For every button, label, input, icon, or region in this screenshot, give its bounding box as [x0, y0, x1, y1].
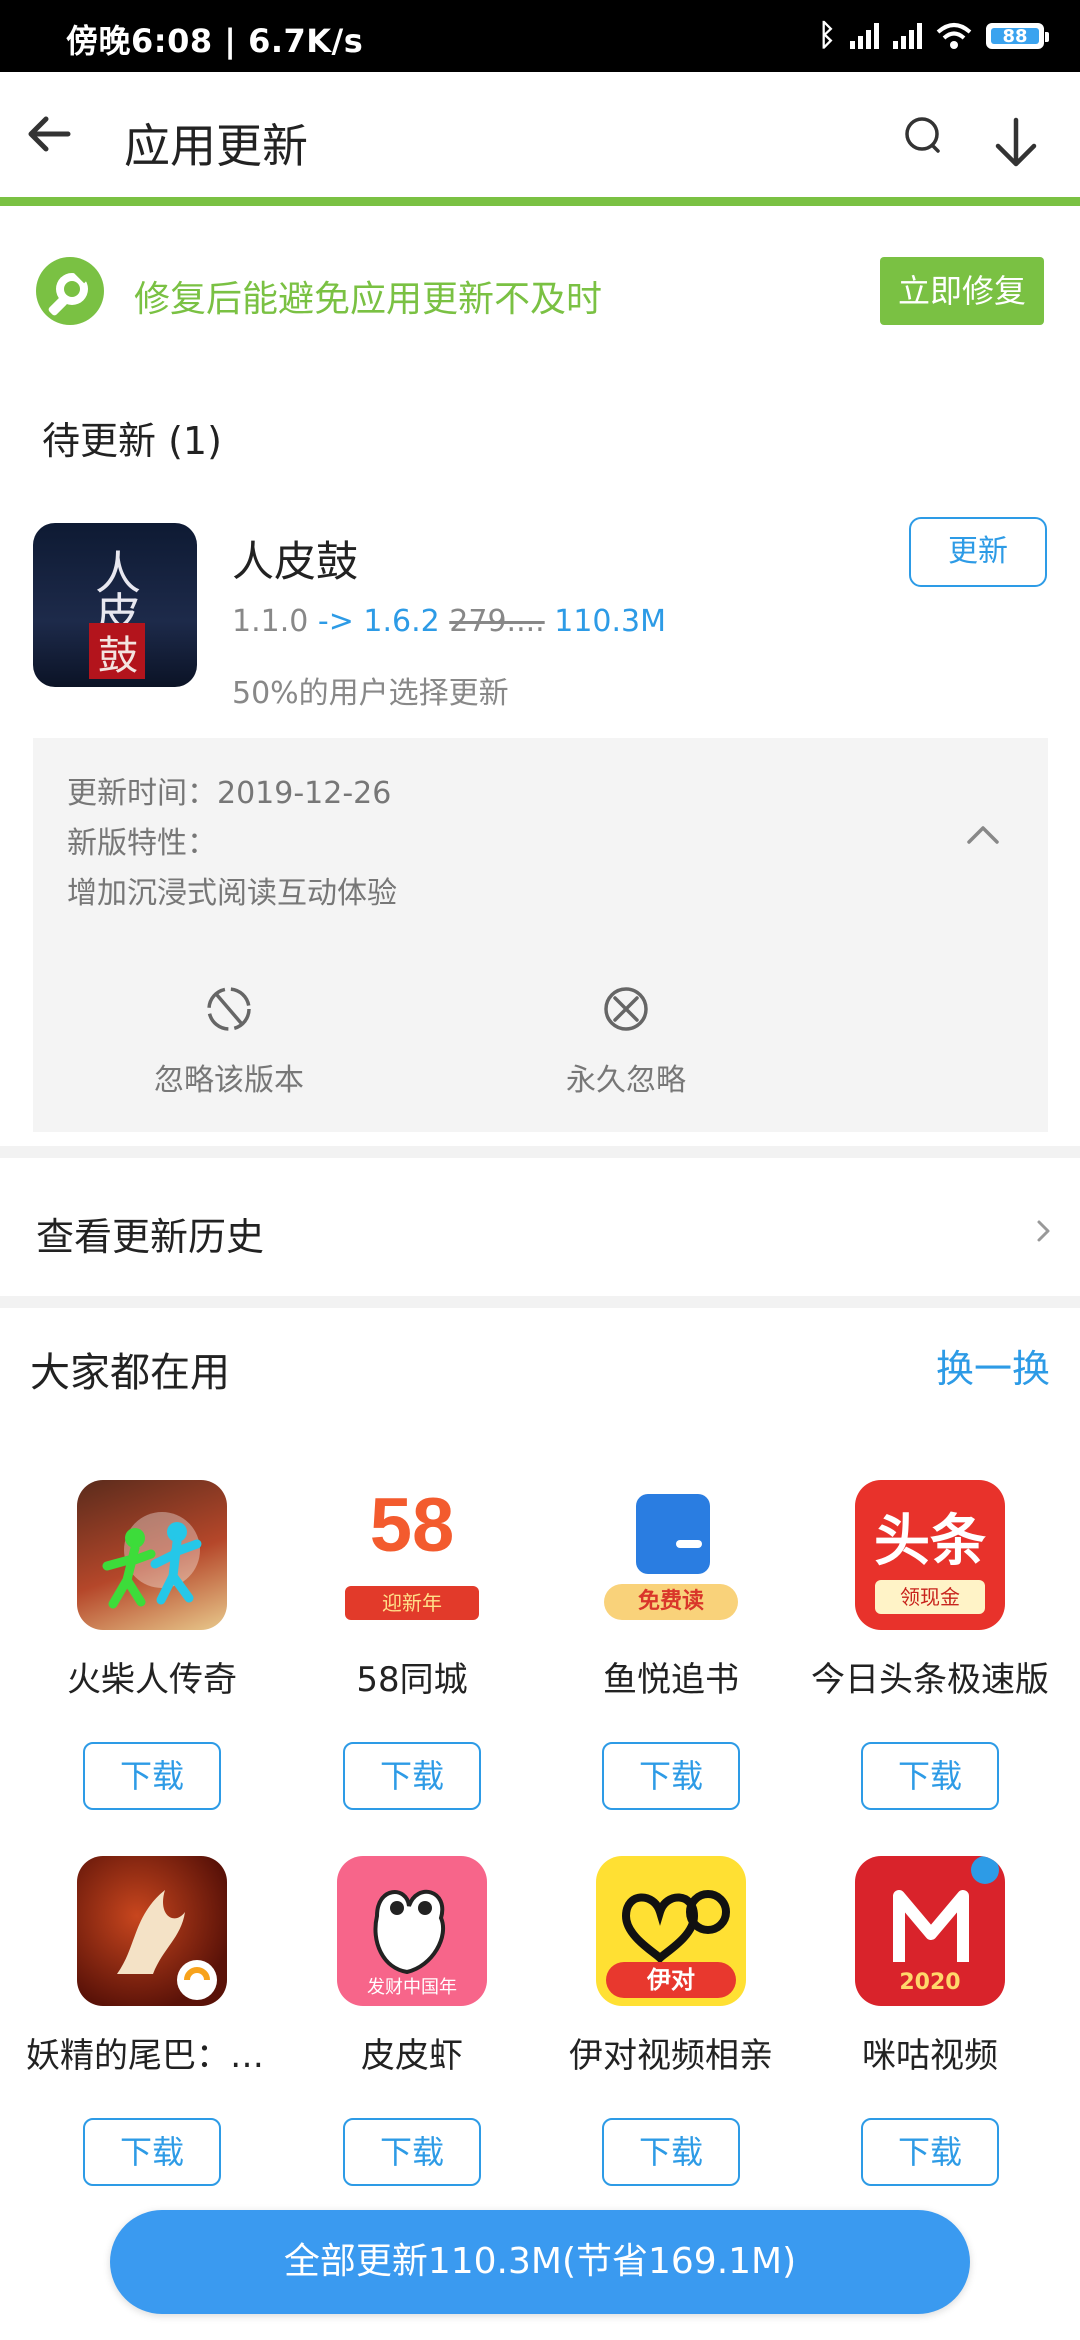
battery-level: 88 — [991, 28, 1039, 46]
app-card-pipixia: 发财中国年 皮皮虾 下载 — [282, 1856, 542, 2186]
icon-toutiao-ribbon: 领现金 — [875, 1580, 985, 1614]
app-icon-yaojing[interactable] — [77, 1856, 227, 2006]
wifi-icon — [936, 23, 972, 49]
repair-banner: 修复后能避免应用更新不及时 立即修复 — [0, 215, 1080, 365]
book-shape — [636, 1494, 710, 1574]
wrench-icon — [36, 257, 104, 325]
signal-icon-2 — [893, 23, 922, 49]
update-all-button[interactable]: 全部更新110.3M(节省169.1M) — [110, 2210, 970, 2314]
status-icons: ᛒ 88 — [818, 18, 1049, 54]
icon-58-badge: 58 — [369, 1483, 455, 1568]
old-version: 1.1.0 — [232, 604, 309, 639]
app-icon-renpigu[interactable]: 人 皮 鼓 — [33, 523, 197, 687]
app-name-migu: 咪咕视频 — [862, 2036, 998, 2076]
download-button[interactable]: 下载 — [861, 2118, 999, 2186]
app-icon-pipixia[interactable]: 发财中国年 — [337, 1856, 487, 2006]
app-icon-toutiao[interactable]: 头条 领现金 — [855, 1480, 1005, 1630]
repair-now-button[interactable]: 立即修复 — [880, 257, 1044, 325]
battery-icon: 88 — [986, 23, 1049, 49]
back-arrow-icon[interactable] — [20, 104, 80, 164]
app-card-yaojing: 妖精的尾巴：魔导少年 下载 — [22, 1856, 282, 2186]
download-button[interactable]: 下载 — [83, 1742, 221, 1810]
version-row: 1.1.0 -> 1.6.2 279.... 110.3M — [232, 604, 666, 639]
divider-2 — [0, 1296, 1080, 1308]
download-button[interactable]: 下载 — [602, 1742, 740, 1810]
download-button[interactable]: 下载 — [343, 2118, 481, 2186]
status-bar: 傍晚6:08 | 6.7K/s ᛒ 88 — [0, 0, 1080, 72]
app-name-yaojing: 妖精的尾巴：魔导少年 — [26, 2036, 282, 2076]
app-icon-yidui[interactable]: 伊对 — [596, 1856, 746, 2006]
update-history-row[interactable]: 查看更新历史 — [0, 1160, 1080, 1298]
signal-icon — [850, 23, 879, 49]
app-icon-58[interactable]: 58 迎新年 — [337, 1480, 487, 1630]
icon-yidui-ribbon: 伊对 — [606, 1962, 736, 1998]
app-card-yidui: 伊对 伊对视频相亲 下载 — [541, 1856, 801, 2186]
chevron-up-icon[interactable] — [963, 820, 1003, 850]
app-card-migu: 2020 咪咕视频 下载 — [800, 1856, 1060, 2186]
features-text: 增加沉浸式阅读互动体验 — [67, 876, 397, 911]
new-version: -> 1.6.2 — [317, 604, 440, 639]
app-name-yuyue: 鱼悦追书 — [603, 1660, 739, 1700]
update-time: 更新时间：2019-12-26 — [67, 776, 392, 811]
app-name-58: 58同城 — [356, 1660, 468, 1700]
update-history-label: 查看更新历史 — [36, 1215, 265, 1259]
update-details-panel: 更新时间：2019-12-26 新版特性： 增加沉浸式阅读互动体验 忽略该版本 … — [33, 738, 1048, 1132]
ignore-forever-label: 永久忽略 — [566, 1063, 686, 1098]
download-button[interactable]: 下载 — [83, 2118, 221, 2186]
download-icon[interactable] — [988, 114, 1044, 174]
app-name-yidui: 伊对视频相亲 — [569, 2036, 773, 2076]
app-bar: 应用更新 — [0, 72, 1080, 206]
status-time-speed: 傍晚6:08 | 6.7K/s — [66, 22, 364, 60]
pending-updates-heading: 待更新 (1) — [42, 419, 222, 463]
app-card-huochairen: 火柴人传奇 下载 — [22, 1480, 282, 1810]
icon-yuyue-ribbon: 免费读 — [604, 1584, 738, 1620]
app-icon-migu[interactable]: 2020 — [855, 1856, 1005, 2006]
users-note: 50%的用户选择更新 — [232, 676, 509, 711]
bluetooth-icon: ᛒ — [818, 18, 836, 53]
ignore-version-button[interactable]: 忽略该版本 — [119, 983, 339, 1099]
banner-message: 修复后能避免应用更新不及时 — [134, 279, 603, 320]
book-tab — [676, 1540, 702, 1548]
app-name-huochairen: 火柴人传奇 — [67, 1660, 237, 1700]
features-label: 新版特性： — [67, 826, 217, 861]
ignore-forever-icon — [604, 987, 648, 1031]
app-card-yuyue: 免费读 鱼悦追书 下载 — [541, 1480, 801, 1810]
ignore-version-icon — [207, 987, 251, 1031]
icon-toutiao-badge: 头条 — [874, 1509, 986, 1574]
ignore-version-label: 忽略该版本 — [154, 1063, 304, 1098]
chevron-right-icon — [1037, 1220, 1050, 1242]
app-name-toutiao: 今日头条极速版 — [811, 1660, 1049, 1700]
app-icon-huochairen[interactable] — [77, 1480, 227, 1630]
app-card-58: 58 迎新年 58同城 下载 — [282, 1480, 542, 1810]
icon-migu-ribbon: 2020 — [899, 1970, 961, 1995]
icon-pipixia-ribbon: 发财中国年 — [367, 1977, 457, 1998]
update-button[interactable]: 更新 — [909, 517, 1047, 587]
old-size: 279.... — [449, 604, 545, 639]
ignore-forever-button[interactable]: 永久忽略 — [516, 983, 736, 1099]
shuffle-button[interactable]: 换一换 — [936, 1338, 1050, 1393]
download-button[interactable]: 下载 — [343, 1742, 481, 1810]
divider — [0, 1146, 1080, 1158]
popular-apps-title: 大家都在用 — [30, 1350, 230, 1396]
page-title: 应用更新 — [124, 119, 308, 173]
app-name: 人皮鼓 — [232, 537, 359, 586]
app-card-toutiao: 头条 领现金 今日头条极速版 下载 — [800, 1480, 1060, 1810]
icon-58-ribbon: 迎新年 — [345, 1586, 479, 1620]
update-size: 110.3M — [554, 604, 667, 639]
search-icon[interactable] — [900, 112, 950, 162]
download-button[interactable]: 下载 — [602, 2118, 740, 2186]
app-name-pipixia: 皮皮虾 — [361, 2036, 463, 2076]
app-icon-yuyue[interactable]: 免费读 — [596, 1480, 746, 1630]
download-button[interactable]: 下载 — [861, 1742, 999, 1810]
icon-glyph-3: 鼓 — [98, 633, 138, 679]
